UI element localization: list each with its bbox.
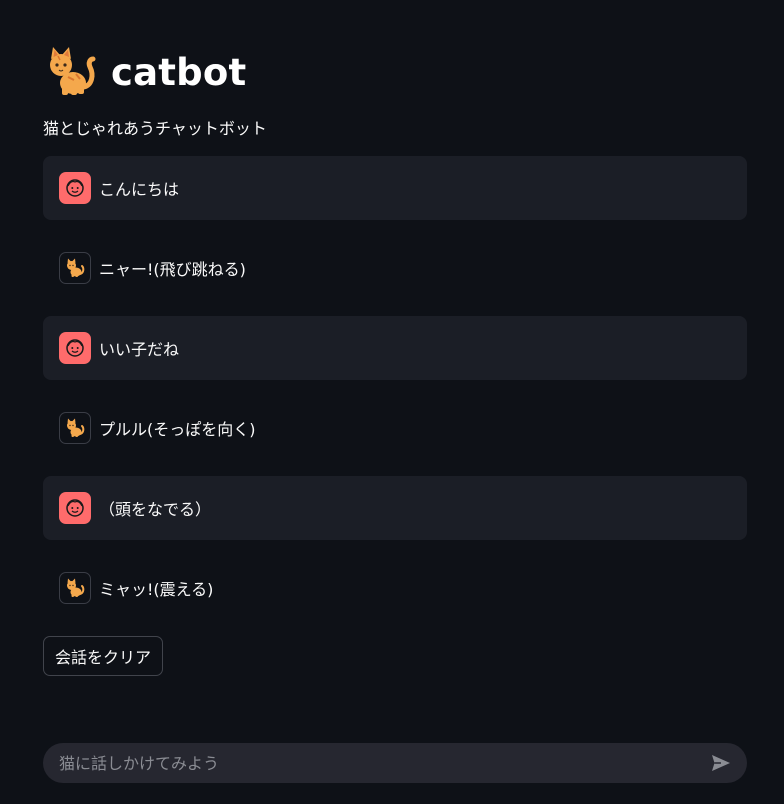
chat-input-container [43, 742, 747, 784]
chat-input[interactable] [43, 742, 701, 784]
send-button[interactable] [701, 743, 741, 783]
chat-message-text: ミャッ!(震える) [99, 580, 214, 599]
cat-icon [59, 412, 91, 444]
chat-message-text: （頭をなでる） [99, 500, 212, 519]
send-icon [712, 755, 730, 771]
cat-icon [43, 44, 99, 100]
cat-icon [59, 572, 91, 604]
chat-message-assistant: プルル(そっぽを向く) [43, 396, 747, 460]
chat-message-text: いい子だね [99, 340, 180, 359]
chat-message-user: こんにちは [43, 156, 747, 220]
chat-message-text: こんにちは [99, 180, 180, 199]
cat-icon [59, 252, 91, 284]
header: catbot [43, 44, 246, 100]
chat-message-assistant: ニャー!(飛び跳ねる) [43, 236, 747, 300]
chat-message-text: プルル(そっぽを向く) [99, 420, 256, 439]
chat-message-user: （頭をなでる） [43, 476, 747, 540]
app-root: catbot 猫とじゃれあうチャットボット こんにちは ニャー!(飛び跳ねる) … [0, 0, 784, 804]
page-subtitle: 猫とじゃれあうチャットボット [43, 119, 267, 138]
smiling-face-icon [59, 172, 91, 204]
chat-message-assistant: ミャッ!(震える) [43, 556, 747, 620]
page-title: catbot [111, 50, 247, 94]
chat-message-list: こんにちは ニャー!(飛び跳ねる) いい子だね プルル(そっぽを向く) （頭をな… [43, 156, 747, 636]
smiling-face-icon [59, 332, 91, 364]
clear-conversation-button[interactable]: 会話をクリア [43, 636, 164, 676]
chat-message-user: いい子だね [43, 316, 747, 380]
smiling-face-icon [59, 492, 91, 524]
chat-message-text: ニャー!(飛び跳ねる) [99, 260, 246, 279]
